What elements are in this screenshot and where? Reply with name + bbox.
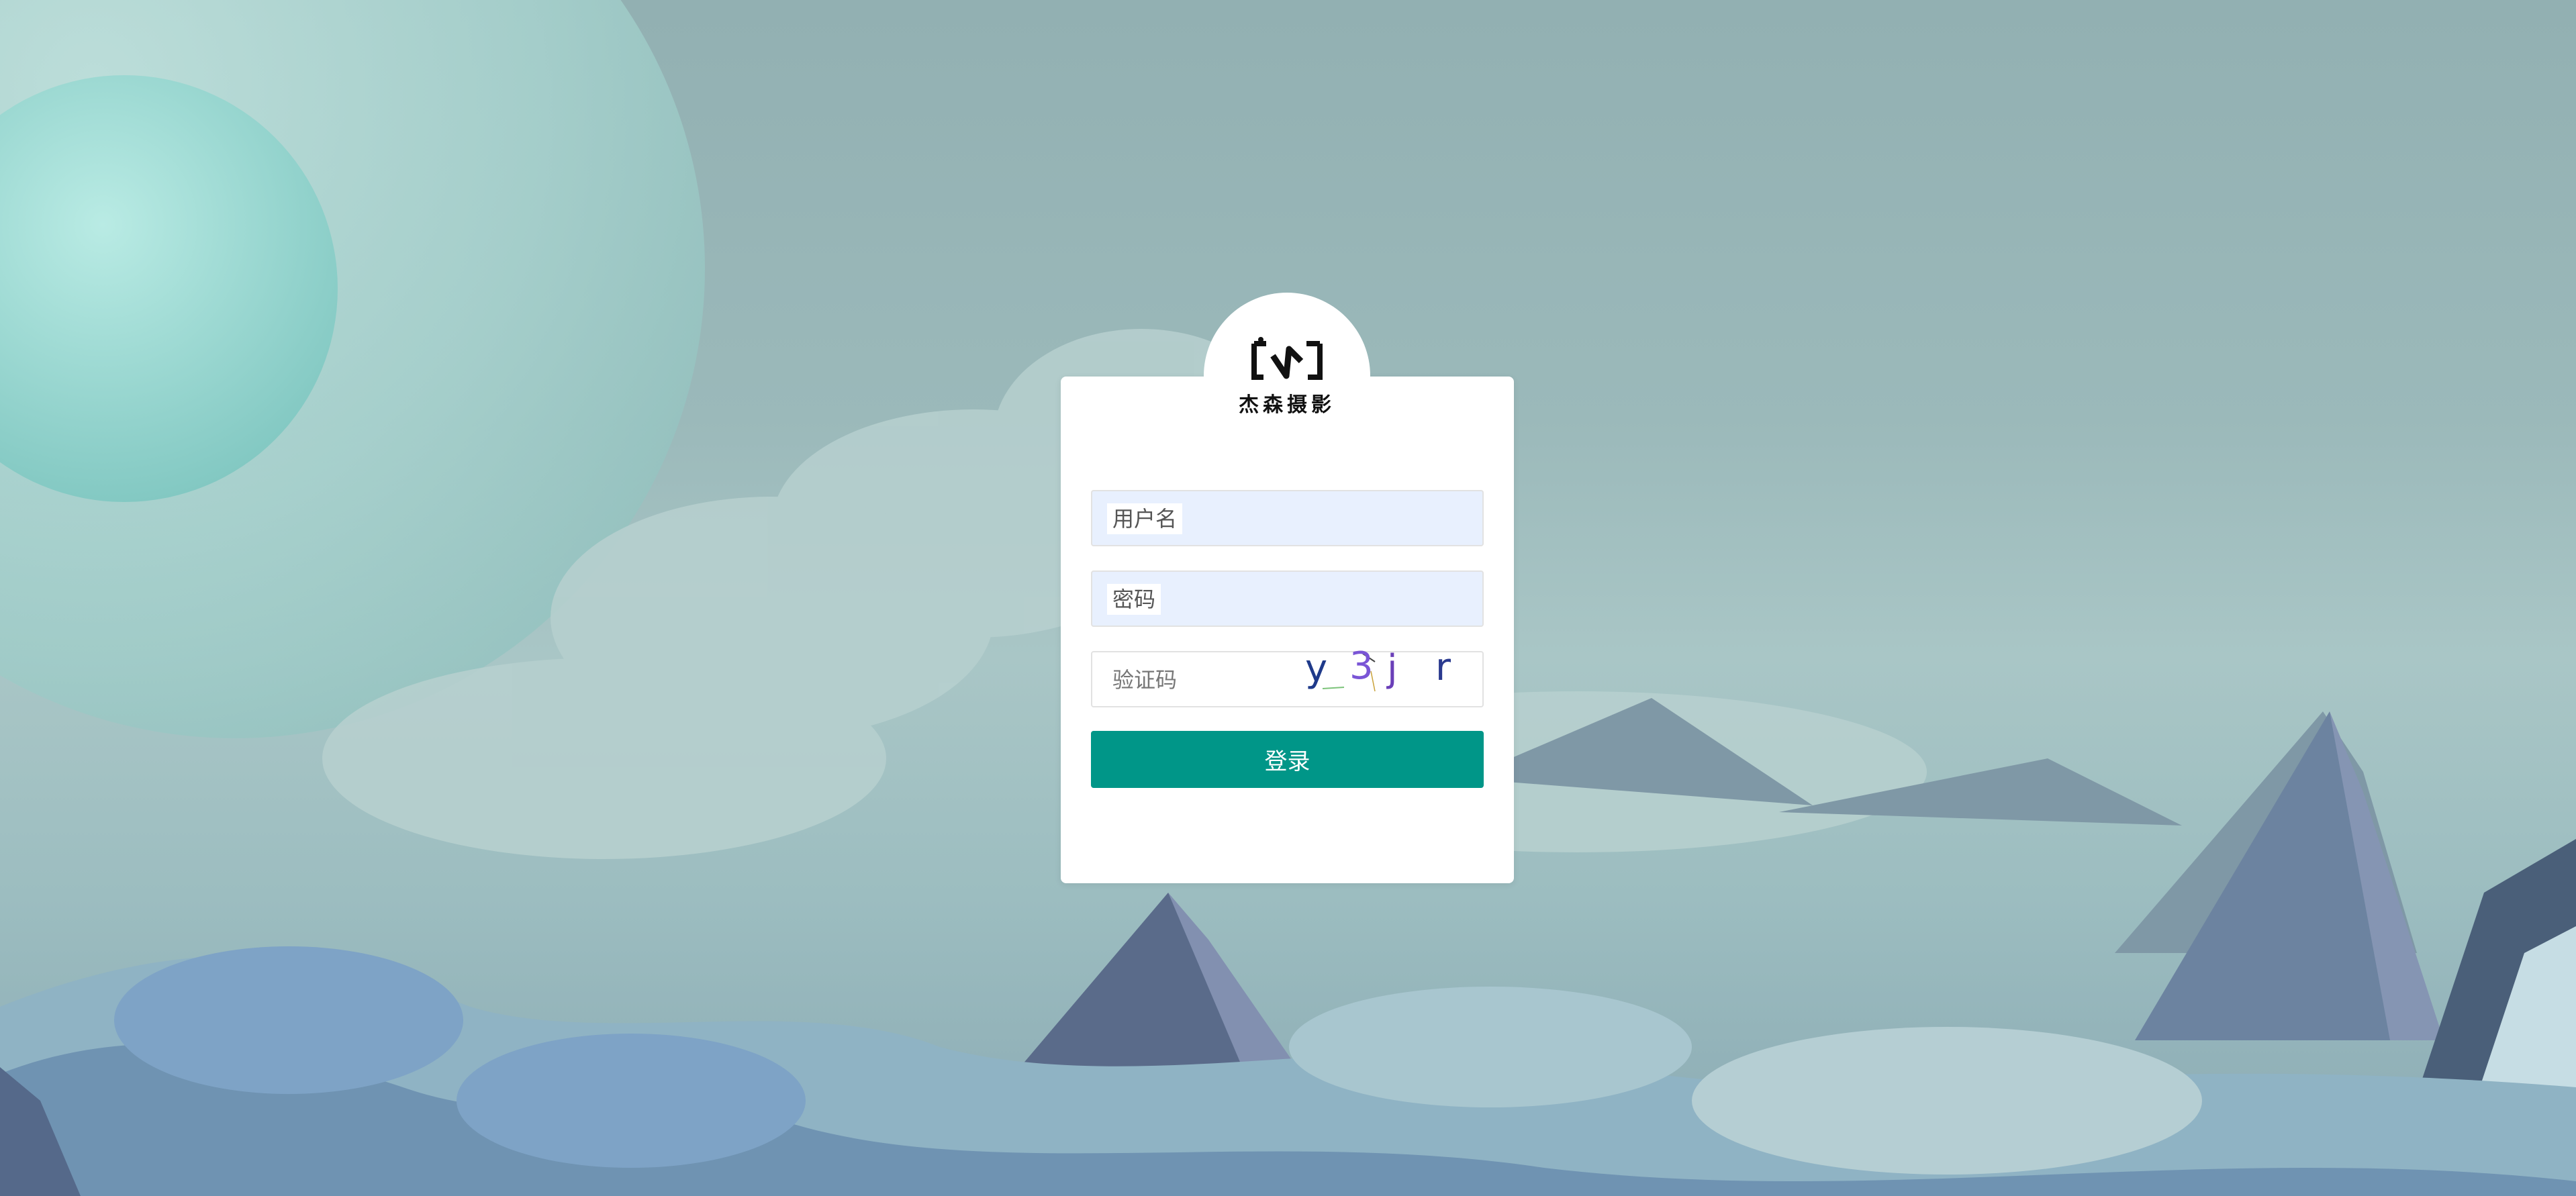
captcha-image[interactable]: y 3 j r <box>1296 644 1470 698</box>
brand-logo-text: 杰森摄影 <box>1239 393 1335 417</box>
username-input[interactable] <box>1092 491 1482 545</box>
captcha-char: y <box>1305 647 1328 691</box>
camera-bracket-logo-icon <box>1251 337 1323 380</box>
password-input[interactable] <box>1092 572 1482 626</box>
captcha-char: j <box>1387 647 1398 691</box>
captcha-char: 3 <box>1349 644 1374 688</box>
captcha-char: r <box>1435 646 1451 689</box>
password-field[interactable]: 密码 <box>1091 570 1484 627</box>
login-page: 杰森摄影 用户名 密码 验证码 y 3 j r 登录 <box>0 0 2576 1196</box>
username-field[interactable]: 用户名 <box>1091 490 1484 546</box>
login-button[interactable]: 登录 <box>1091 731 1484 788</box>
